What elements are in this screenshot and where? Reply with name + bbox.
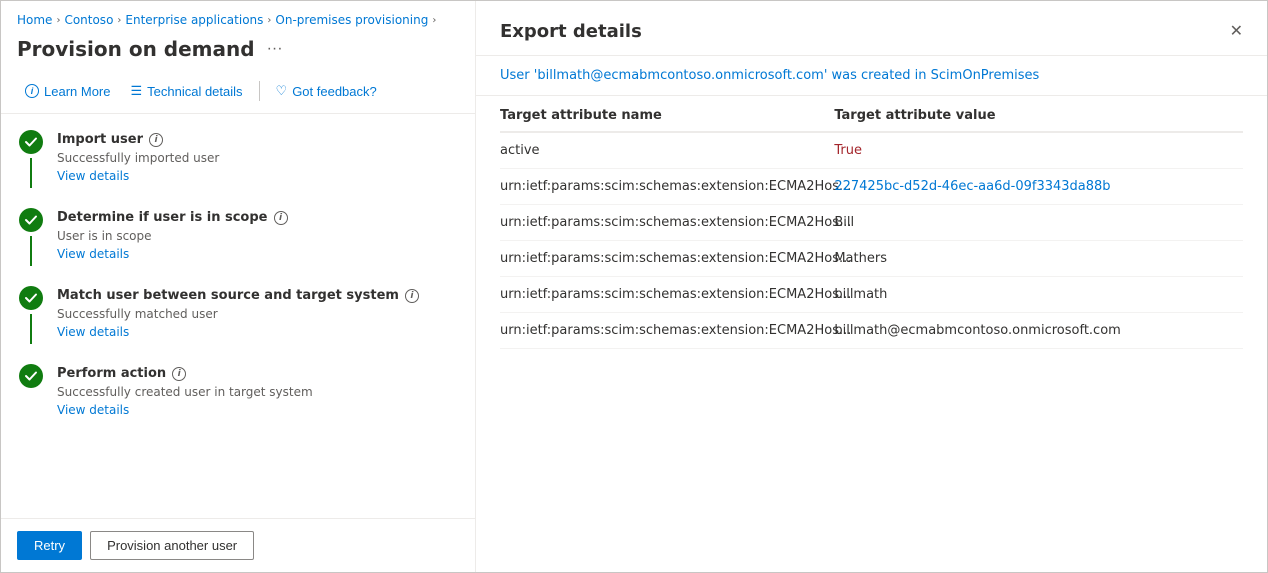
chevron-icon-4: › — [432, 15, 436, 26]
step-content-3: Match user between source and target sys… — [57, 286, 459, 340]
attr-name-cell-5: urn:ietf:params:scim:schemas:extension:E… — [500, 313, 834, 349]
heart-icon: ♡ — [276, 83, 288, 99]
attr-name-cell-3: urn:ietf:params:scim:schemas:extension:E… — [500, 241, 834, 277]
step-line-1 — [30, 158, 32, 188]
step-desc-4: Successfully created user in target syst… — [57, 385, 459, 399]
step-line-2 — [30, 236, 32, 266]
table-header-row: Target attribute name Target attribute v… — [500, 96, 1243, 132]
attr-name-cell-1: urn:ietf:params:scim:schemas:extension:E… — [500, 169, 834, 205]
table-row: urn:ietf:params:scim:schemas:extension:E… — [500, 277, 1243, 313]
attributes-table: Target attribute name Target attribute v… — [500, 96, 1243, 349]
ellipsis-button[interactable]: ··· — [263, 38, 287, 60]
table-row: activeTrue — [500, 132, 1243, 169]
step-connector-4 — [17, 364, 45, 388]
step-desc-3: Successfully matched user — [57, 307, 459, 321]
technical-details-button[interactable]: ☰ Technical details — [122, 79, 250, 103]
chevron-icon-3: › — [267, 15, 271, 26]
content-area: Home › Contoso › Enterprise applications… — [1, 1, 1267, 572]
attr-value-cell-5: billmath@ecmabmcontoso.onmicrosoft.com — [834, 313, 1243, 349]
attr-value-cell-4: billmath — [834, 277, 1243, 313]
attr-value-cell-2: Bill — [834, 205, 1243, 241]
step-view-details-1[interactable]: View details — [57, 169, 129, 183]
step-determine-scope: Determine if user is in scope i User is … — [17, 208, 459, 266]
learn-more-label: Learn More — [44, 84, 110, 99]
export-status-message: User 'billmath@ecmabmcontoso.onmicrosoft… — [476, 56, 1267, 96]
retry-button[interactable]: Retry — [17, 531, 82, 560]
attr-value-cell-1: 227425bc-d52d-46ec-aa6d-09f3343da88b — [834, 169, 1243, 205]
step-perform-action: Perform action i Successfully created us… — [17, 364, 459, 418]
export-status-text: User 'billmath@ecmabmcontoso.onmicrosoft… — [500, 68, 1039, 83]
step-info-icon-2[interactable]: i — [274, 211, 288, 225]
page-title: Provision on demand — [17, 37, 255, 61]
step-title-2: Determine if user is in scope i — [57, 210, 459, 225]
step-line-3 — [30, 314, 32, 344]
attr-value-cell-3: Mathers — [834, 241, 1243, 277]
table-body: activeTrueurn:ietf:params:scim:schemas:e… — [500, 132, 1243, 349]
step-title-3: Match user between source and target sys… — [57, 288, 459, 303]
step-import-user: Import user i Successfully imported user… — [17, 130, 459, 188]
step-content-1: Import user i Successfully imported user… — [57, 130, 459, 184]
right-panel-header: Export details ✕ — [476, 1, 1267, 56]
left-panel: Home › Contoso › Enterprise applications… — [1, 1, 476, 572]
breadcrumb-home[interactable]: Home — [17, 13, 52, 27]
attributes-table-area: Target attribute name Target attribute v… — [476, 96, 1267, 572]
bottom-bar: Retry Provision another user — [1, 518, 475, 572]
col-attr-value: Target attribute value — [834, 96, 1243, 132]
steps-area: Import user i Successfully imported user… — [1, 114, 475, 518]
step-content-4: Perform action i Successfully created us… — [57, 364, 459, 418]
step-success-icon-1 — [19, 130, 43, 154]
table-row: urn:ietf:params:scim:schemas:extension:E… — [500, 241, 1243, 277]
step-title-1: Import user i — [57, 132, 459, 147]
step-desc-2: User is in scope — [57, 229, 459, 243]
step-success-icon-2 — [19, 208, 43, 232]
right-panel: Export details ✕ User 'billmath@ecmabmco… — [476, 1, 1267, 572]
export-status-username: billmath@ecmabmcontoso.onmicrosoft.com — [537, 68, 823, 83]
list-icon: ☰ — [130, 83, 142, 99]
step-connector-2 — [17, 208, 45, 266]
step-title-4: Perform action i — [57, 366, 459, 381]
step-info-icon-3[interactable]: i — [405, 289, 419, 303]
table-row: urn:ietf:params:scim:schemas:extension:E… — [500, 205, 1243, 241]
close-icon: ✕ — [1230, 21, 1243, 41]
got-feedback-label: Got feedback? — [292, 84, 377, 99]
step-connector-3 — [17, 286, 45, 344]
step-desc-1: Successfully imported user — [57, 151, 459, 165]
attr-name-cell-4: urn:ietf:params:scim:schemas:extension:E… — [500, 277, 834, 313]
chevron-icon-2: › — [117, 15, 121, 26]
step-content-2: Determine if user is in scope i User is … — [57, 208, 459, 262]
step-view-details-4[interactable]: View details — [57, 403, 129, 417]
chevron-icon-1: › — [56, 15, 60, 26]
step-connector-1 — [17, 130, 45, 188]
col-attr-name: Target attribute name — [500, 96, 834, 132]
step-view-details-3[interactable]: View details — [57, 325, 129, 339]
close-button[interactable]: ✕ — [1226, 17, 1247, 45]
got-feedback-button[interactable]: ♡ Got feedback? — [268, 79, 385, 103]
attr-value-cell-0: True — [834, 132, 1243, 169]
attr-name-cell-2: urn:ietf:params:scim:schemas:extension:E… — [500, 205, 834, 241]
technical-details-label: Technical details — [147, 84, 242, 99]
info-circle-icon: i — [25, 84, 39, 98]
toolbar: i Learn More ☰ Technical details ♡ Got f… — [1, 73, 475, 114]
breadcrumb-contoso[interactable]: Contoso — [64, 13, 113, 27]
step-view-details-2[interactable]: View details — [57, 247, 129, 261]
attr-name-cell-0: active — [500, 132, 834, 169]
step-success-icon-3 — [19, 286, 43, 310]
breadcrumb-on-premises[interactable]: On-premises provisioning — [275, 13, 428, 27]
breadcrumb-enterprise-apps[interactable]: Enterprise applications — [125, 13, 263, 27]
page-header: Provision on demand ··· — [1, 33, 475, 73]
table-row: urn:ietf:params:scim:schemas:extension:E… — [500, 169, 1243, 205]
provision-another-button[interactable]: Provision another user — [90, 531, 254, 560]
export-details-title: Export details — [500, 21, 642, 42]
table-row: urn:ietf:params:scim:schemas:extension:E… — [500, 313, 1243, 349]
main-window: Home › Contoso › Enterprise applications… — [0, 0, 1268, 573]
toolbar-separator — [259, 81, 260, 101]
breadcrumb: Home › Contoso › Enterprise applications… — [1, 1, 475, 33]
learn-more-button[interactable]: i Learn More — [17, 80, 118, 103]
step-info-icon-4[interactable]: i — [172, 367, 186, 381]
step-success-icon-4 — [19, 364, 43, 388]
step-match-user: Match user between source and target sys… — [17, 286, 459, 344]
step-info-icon-1[interactable]: i — [149, 133, 163, 147]
